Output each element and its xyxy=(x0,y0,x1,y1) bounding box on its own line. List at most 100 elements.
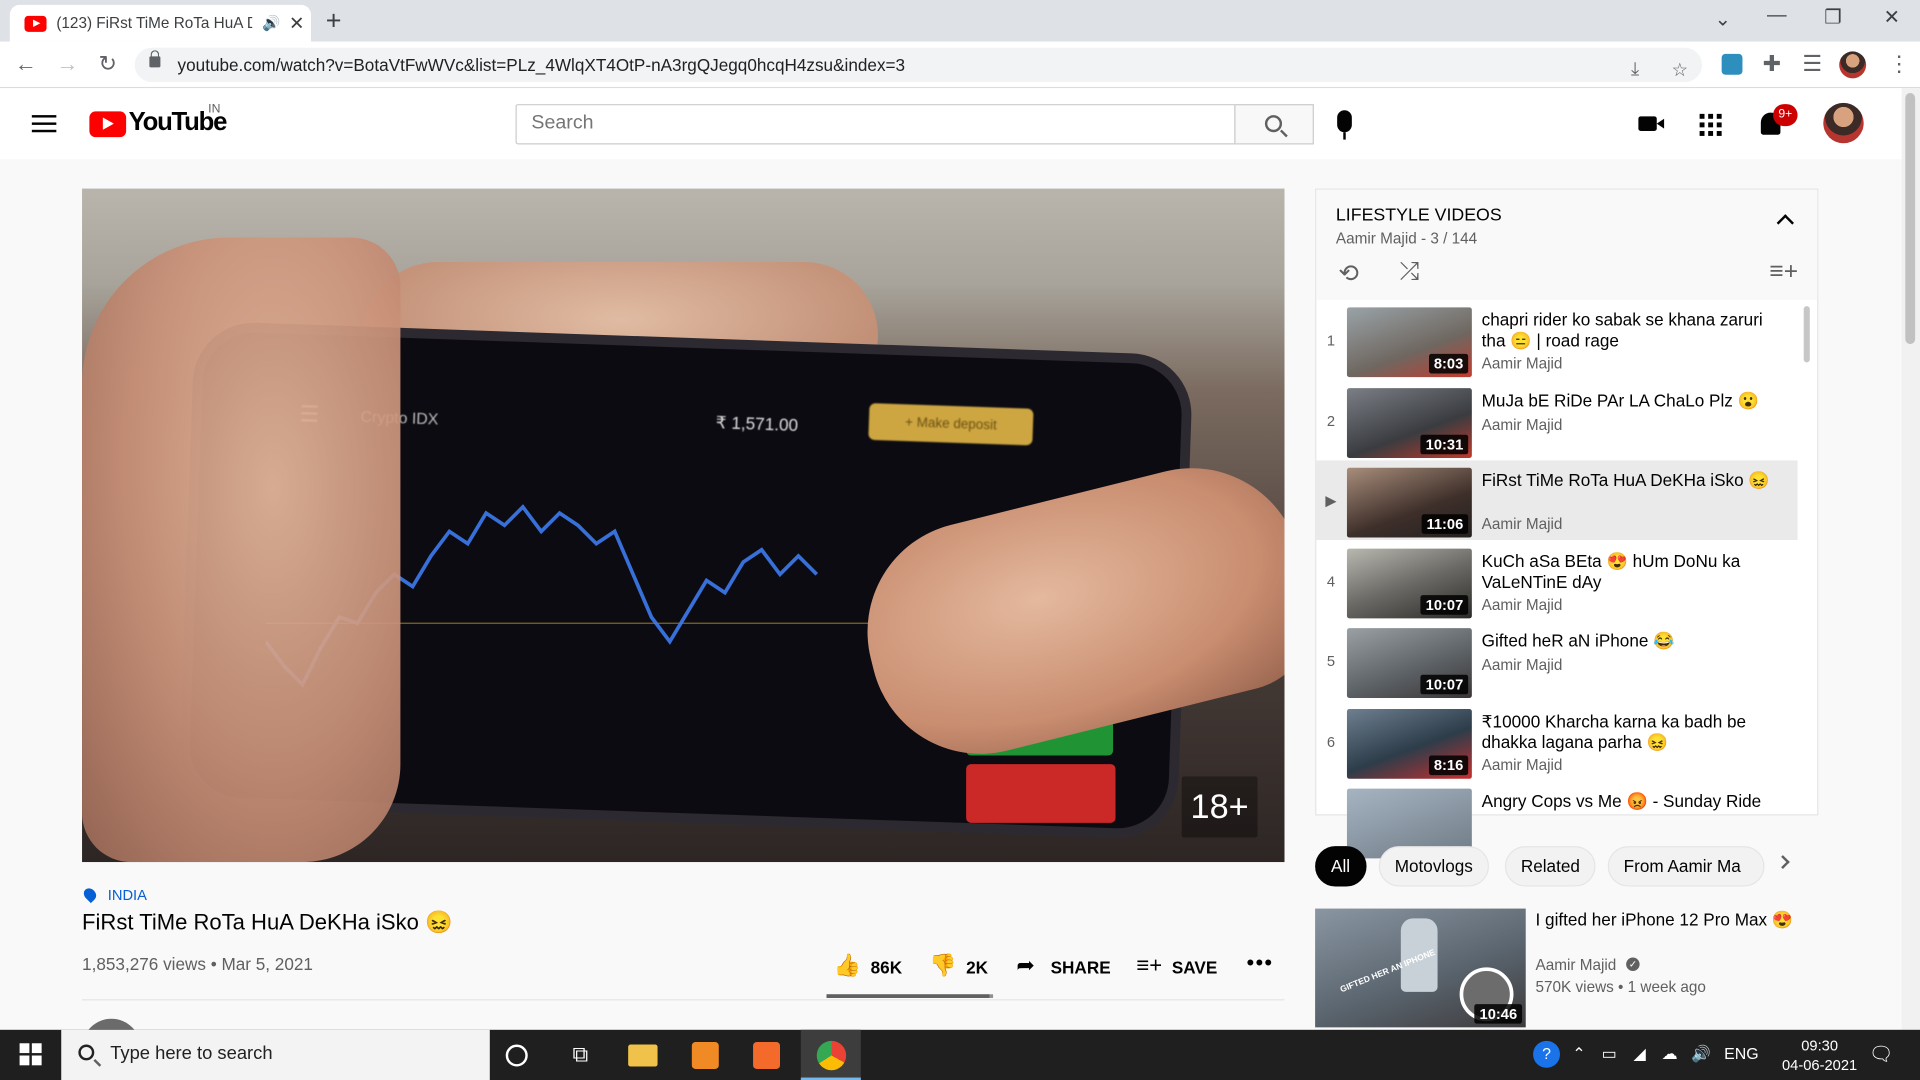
playlist-item-thumbnail[interactable]: 10:07 xyxy=(1346,628,1472,698)
playlist-item-title[interactable]: ₹10000 Kharcha karna ka badh be dhakka l… xyxy=(1482,711,1782,753)
language-indicator[interactable]: ENG xyxy=(1724,1044,1758,1062)
windows-start-icon[interactable] xyxy=(19,1043,42,1066)
taskbar-search-placeholder[interactable]: Type here to search xyxy=(110,1043,272,1064)
back-icon[interactable]: ← xyxy=(12,51,39,77)
playlist-item[interactable]: 5 10:07 Gifted heR aN iPhone 😂 Aamir Majid xyxy=(1316,621,1797,701)
share-button[interactable]: SHARE xyxy=(1051,958,1111,978)
task-view-icon[interactable]: ⧉ xyxy=(566,1042,595,1069)
search-box[interactable] xyxy=(515,104,1236,145)
playlist-item-channel[interactable]: Aamir Majid xyxy=(1482,516,1563,533)
playlist-item-title[interactable]: KuCh aSa BEta 😍 hUm DoNu ka VaLeNTinE dA… xyxy=(1482,550,1782,592)
taskbar-search-box[interactable]: Type here to search xyxy=(61,1029,490,1080)
reload-icon[interactable]: ↻ xyxy=(94,51,121,77)
puzzle-icon[interactable]: ✚ xyxy=(1758,51,1785,77)
playlist-item-channel[interactable]: Aamir Majid xyxy=(1482,596,1563,613)
video-player[interactable]: ☰ Crypto IDX ₹ 1,571.00 + Make deposit 1… xyxy=(82,188,1285,863)
sublime-text-icon[interactable] xyxy=(691,1042,719,1069)
reading-list-icon[interactable]: ☰ xyxy=(1799,51,1826,77)
playlist-item[interactable]: ▶ 11:06 FiRst TiMe RoTa HuA DeKHa iSko 😖 Aa… xyxy=(1316,460,1798,541)
like-count[interactable]: 86K xyxy=(871,958,902,978)
more-actions-icon[interactable]: ••• xyxy=(1247,950,1274,976)
cortana-icon[interactable] xyxy=(505,1044,528,1067)
clock[interactable]: 09:30 04-06-2021 xyxy=(1771,1036,1869,1075)
file-explorer-icon[interactable] xyxy=(628,1044,658,1067)
page-scrollbar-thumb[interactable] xyxy=(1905,93,1916,345)
shuffle-icon[interactable]: ⤮ xyxy=(1400,258,1420,286)
hamburger-menu-icon[interactable] xyxy=(31,115,57,133)
extension-icon[interactable] xyxy=(1721,53,1743,75)
url-text[interactable]: youtube.com/watch?v=BotaVtFwWVc&list=PLz… xyxy=(178,55,906,75)
playlist-title[interactable]: LIFESTYLE VIDEOS xyxy=(1336,206,1502,226)
playlist-item[interactable]: 6 8:16 ₹10000 Kharcha karna ka badh be dha… xyxy=(1316,701,1797,781)
save-playlist-icon[interactable]: ≡+ xyxy=(1136,953,1162,979)
share-icon[interactable]: ➦ xyxy=(1016,953,1034,979)
chip-motovlogs[interactable]: Motovlogs xyxy=(1378,846,1489,887)
install-icon[interactable]: ⤓ xyxy=(1631,59,1639,80)
forward-icon[interactable]: → xyxy=(54,51,81,77)
playlist-item[interactable]: 1 8:03 chapri rider ko sabak se khana zaru… xyxy=(1316,300,1797,380)
lock-icon[interactable] xyxy=(149,50,161,68)
playlist-options-icon[interactable]: ≡+ xyxy=(1769,258,1798,286)
create-video-icon[interactable] xyxy=(1638,116,1665,132)
menu-kebab-icon[interactable]: ⋮ xyxy=(1886,51,1913,77)
playlist-item-thumbnail[interactable]: 8:03 xyxy=(1346,307,1472,378)
playlist-item-thumbnail[interactable]: 8:16 xyxy=(1346,708,1472,779)
chip-from-aamir-ma[interactable]: From Aamir Ma xyxy=(1607,846,1765,887)
apps-grid-icon[interactable] xyxy=(1699,113,1722,136)
tab-close-icon[interactable]: ✕ xyxy=(289,12,304,34)
action-center-icon[interactable]: 🗨 xyxy=(1869,1042,1894,1066)
search-input[interactable] xyxy=(531,105,1218,143)
playlist-item-title[interactable]: Gifted heR aN iPhone 😂 xyxy=(1482,631,1782,652)
onedrive-icon[interactable]: ☁ xyxy=(1662,1044,1678,1064)
playlist-item-channel[interactable]: Aamir Majid xyxy=(1482,355,1563,372)
verified-check-icon: ✓ xyxy=(1626,957,1640,972)
save-button[interactable]: SAVE xyxy=(1172,958,1217,978)
xampp-icon[interactable] xyxy=(753,1042,781,1069)
playlist-item-channel[interactable]: Aamir Majid xyxy=(1482,756,1563,773)
playlist-scrollbar[interactable] xyxy=(1803,306,1810,363)
recommended-title[interactable]: I gifted her iPhone 12 Pro Max 😍 xyxy=(1536,910,1805,931)
playlist-item-thumbnail[interactable]: 11:06 xyxy=(1346,467,1472,538)
playlist-item-title[interactable]: MuJa bE RiDe PAr LA ChaLo Plz 😮 xyxy=(1482,390,1782,411)
playlist-item-channel[interactable]: Aamir Majid xyxy=(1482,656,1563,673)
dislike-count[interactable]: 2K xyxy=(966,958,988,978)
speaker-icon[interactable]: 🔊 xyxy=(262,15,280,32)
battery-icon[interactable]: ▭ xyxy=(1602,1044,1617,1064)
recommended-thumbnail[interactable]: GIFTED HER AN IPHONE 10:46 xyxy=(1315,908,1526,1028)
playlist-item-title[interactable]: chapri rider ko sabak se khana zaruri th… xyxy=(1482,310,1782,352)
new-tab-button[interactable]: + xyxy=(326,5,350,37)
close-window-button[interactable]: ✕ xyxy=(1873,5,1910,29)
microphone-icon[interactable] xyxy=(1337,110,1352,140)
minimize-button[interactable]: — xyxy=(1758,5,1795,27)
browser-tab[interactable]: (123) FiRst TiMe RoTa HuA DeKHa iSko 🔊 ✕ xyxy=(9,4,312,42)
tray-chevron-icon[interactable]: ⌃ xyxy=(1572,1044,1585,1064)
playlist-item[interactable]: 2 10:31 MuJa bE RiDe PAr LA ChaLo Plz 😮 Aam… xyxy=(1316,380,1797,460)
loop-icon[interactable]: ⟲ xyxy=(1338,258,1359,289)
account-avatar[interactable] xyxy=(1823,102,1864,144)
location-tag[interactable]: INDIA xyxy=(108,887,147,904)
playlist-item-title[interactable]: FiRst TiMe RoTa HuA DeKHa iSko 😖 xyxy=(1482,470,1782,491)
playlist-item-thumbnail[interactable]: 10:07 xyxy=(1346,547,1472,618)
address-bar[interactable]: youtube.com/watch?v=BotaVtFwWVc&list=PLz… xyxy=(134,47,1703,83)
profile-avatar[interactable] xyxy=(1839,51,1867,79)
playlist-item-thumbnail[interactable]: 10:31 xyxy=(1346,387,1472,458)
like-icon[interactable]: 👍 xyxy=(834,953,861,979)
volume-icon[interactable]: 🔊 xyxy=(1691,1044,1711,1064)
playlist-subtitle[interactable]: Aamir Majid - 3 / 144 xyxy=(1336,230,1477,247)
search-button[interactable] xyxy=(1234,104,1314,145)
recommended-channel[interactable]: Aamir Majid xyxy=(1536,956,1617,973)
chip-all[interactable]: All xyxy=(1315,846,1367,887)
playlist-item[interactable]: 4 10:07 KuCh aSa BEta 😍 hUm DoNu ka VaLeNT… xyxy=(1316,541,1797,621)
dislike-icon[interactable]: 👎 xyxy=(929,953,956,979)
playlist-item-channel[interactable]: Aamir Majid xyxy=(1482,416,1563,433)
youtube-logo-icon[interactable] xyxy=(89,111,127,138)
playlist-item-title[interactable]: Angry Cops vs Me 😡 - Sunday Ride xyxy=(1482,791,1782,812)
star-icon[interactable]: ☆ xyxy=(1671,59,1687,81)
restore-button[interactable]: ❐ xyxy=(1815,5,1852,29)
chip-related[interactable]: Related xyxy=(1504,846,1596,887)
collapse-chevron-icon[interactable] xyxy=(1776,214,1794,232)
network-icon[interactable]: ◢ xyxy=(1633,1044,1645,1064)
help-icon[interactable]: ? xyxy=(1533,1040,1561,1068)
taskbar-chrome-active[interactable] xyxy=(800,1029,861,1080)
tab-search-icon[interactable]: ⌄ xyxy=(1705,7,1742,31)
